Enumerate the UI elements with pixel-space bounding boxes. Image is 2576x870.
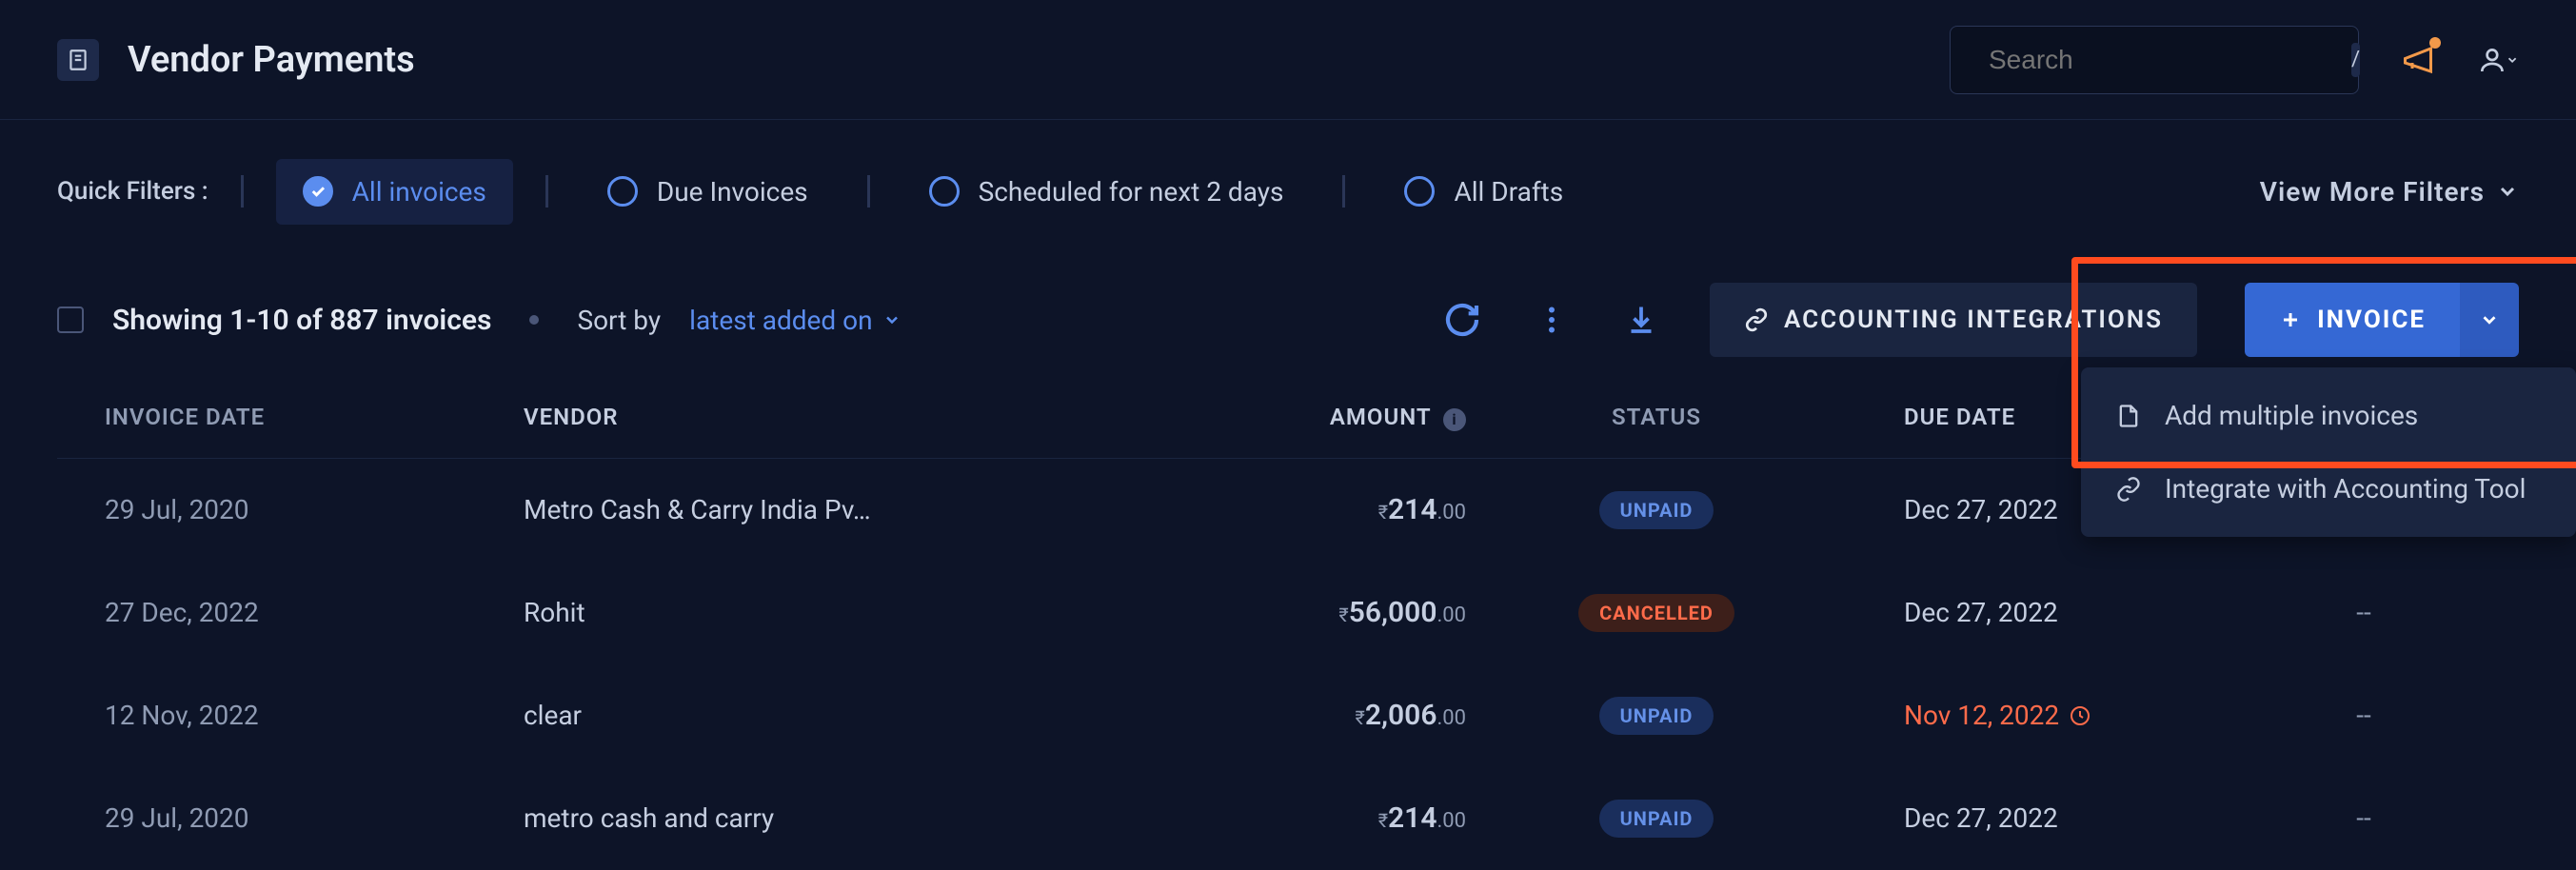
check-circle-icon <box>303 176 333 207</box>
table-row[interactable]: 29 Jul, 2020metro cash and carry₹214.00 U… <box>57 767 2519 870</box>
status-badge: UNPAID <box>1599 800 1714 838</box>
profile-icon[interactable] <box>2477 39 2519 81</box>
link-icon <box>1744 307 1769 332</box>
divider <box>241 175 244 208</box>
cell-status: UNPAID <box>1466 800 1847 838</box>
receipt-icon <box>57 39 99 81</box>
document-icon <box>2115 403 2142 429</box>
dropdown-item-label: Add multiple invoices <box>2165 400 2418 431</box>
search-kbd-hint: / <box>2351 43 2360 77</box>
quick-filters-bar: Quick Filters : All invoices Due Invoice… <box>0 120 2576 263</box>
sort-by-label: Sort by <box>577 305 661 336</box>
cell-vendor: Metro Cash & Carry India Pv… <box>524 494 1114 525</box>
status-badge: UNPAID <box>1599 491 1714 529</box>
filter-label: All Drafts <box>1454 176 1563 208</box>
cell-actions: -- <box>2256 802 2471 834</box>
filter-label: Due Invoices <box>657 176 808 208</box>
search-input[interactable] <box>1989 45 2332 75</box>
divider <box>867 175 870 208</box>
chevron-down-icon <box>2479 309 2500 330</box>
cell-invoice-date: 29 Jul, 2020 <box>105 494 524 525</box>
more-icon[interactable] <box>1531 299 1573 341</box>
accounting-integrations-label: ACCOUNTING INTEGRATIONS <box>1784 306 2163 334</box>
table-row[interactable]: 27 Dec, 2022Rohit₹56,000.00 CANCELLED Dec … <box>57 562 2519 664</box>
table-row[interactable]: 12 Nov, 2022clear₹2,006.00 UNPAID Nov 12, … <box>57 664 2519 767</box>
cell-status: UNPAID <box>1466 697 1847 735</box>
circle-icon <box>929 176 960 207</box>
dropdown-item-label: Integrate with Accounting Tool <box>2165 473 2526 504</box>
status-badge: UNPAID <box>1599 697 1714 735</box>
cell-vendor: clear <box>524 700 1114 731</box>
cell-actions: -- <box>2256 597 2471 628</box>
link-icon <box>2115 476 2142 503</box>
cell-amount: ₹2,006.00 <box>1114 699 1466 732</box>
circle-icon <box>607 176 638 207</box>
sort-by-value: latest added on <box>689 305 872 336</box>
select-all-checkbox[interactable] <box>57 306 84 333</box>
cell-due-date: Nov 12, 2022 <box>1847 700 2256 731</box>
cell-invoice-date: 29 Jul, 2020 <box>105 802 524 834</box>
cell-invoice-date: 12 Nov, 2022 <box>105 700 524 731</box>
cell-invoice-date: 27 Dec, 2022 <box>105 597 524 628</box>
invoice-dropdown-toggle[interactable] <box>2460 283 2519 357</box>
filter-scheduled[interactable]: Scheduled for next 2 days <box>902 159 1311 225</box>
refresh-icon[interactable] <box>1441 299 1483 341</box>
announcements-icon[interactable] <box>2397 39 2439 81</box>
amount-header-text: AMOUNT <box>1330 404 1431 430</box>
cell-vendor: metro cash and carry <box>524 802 1114 834</box>
cell-amount: ₹214.00 <box>1114 801 1466 835</box>
quick-filters-label: Quick Filters : <box>57 177 208 206</box>
view-more-filters[interactable]: View More Filters <box>2260 176 2519 208</box>
view-more-label: View More Filters <box>2260 176 2485 208</box>
circle-icon <box>1404 176 1435 207</box>
search-box[interactable]: / <box>1950 26 2359 94</box>
filter-label: Scheduled for next 2 days <box>979 176 1284 208</box>
info-icon[interactable]: i <box>1443 408 1466 431</box>
cell-status: UNPAID <box>1466 491 1847 529</box>
col-header-amount[interactable]: AMOUNT i <box>1114 404 1466 431</box>
app-header: Vendor Payments / <box>0 0 2576 120</box>
download-icon[interactable] <box>1620 299 1662 341</box>
plus-icon <box>2279 308 2302 331</box>
showing-count: Showing 1-10 of 887 invoices <box>112 304 491 337</box>
invoice-dropdown-menu: Add multiple invoices Integrate with Acc… <box>2081 367 2576 537</box>
cell-due-date: Dec 27, 2022 <box>1847 597 2256 628</box>
filter-due-invoices[interactable]: Due Invoices <box>581 159 835 225</box>
filter-all-drafts[interactable]: All Drafts <box>1377 159 1590 225</box>
dropdown-integrate[interactable]: Integrate with Accounting Tool <box>2081 452 2576 525</box>
separator-dot <box>529 315 539 325</box>
cell-amount: ₹214.00 <box>1114 493 1466 526</box>
cell-due-date: Dec 27, 2022 <box>1847 802 2256 834</box>
col-header-status[interactable]: STATUS <box>1466 404 1847 431</box>
col-header-vendor[interactable]: VENDOR <box>524 404 1114 431</box>
cell-actions: -- <box>2256 700 2471 731</box>
sort-by-dropdown[interactable]: latest added on <box>689 305 901 336</box>
cell-vendor: Rohit <box>524 597 1114 628</box>
new-invoice-button[interactable]: INVOICE <box>2245 283 2460 357</box>
filter-all-invoices[interactable]: All invoices <box>276 159 513 225</box>
invoice-button-group: INVOICE <box>2245 283 2519 357</box>
divider <box>1342 175 1345 208</box>
list-toolbar: Showing 1-10 of 887 invoices Sort by lat… <box>0 263 2576 377</box>
accounting-integrations-button[interactable]: ACCOUNTING INTEGRATIONS <box>1710 283 2197 357</box>
cell-status: CANCELLED <box>1466 594 1847 632</box>
divider <box>545 175 548 208</box>
chevron-down-icon <box>882 310 902 329</box>
filter-label: All invoices <box>352 176 486 208</box>
col-header-invoice-date[interactable]: INVOICE DATE <box>105 404 524 431</box>
chevron-down-icon <box>2496 180 2519 203</box>
cell-amount: ₹56,000.00 <box>1114 596 1466 629</box>
clock-icon <box>2069 704 2091 727</box>
invoice-button-label: INVOICE <box>2317 306 2426 334</box>
dropdown-add-multiple[interactable]: Add multiple invoices <box>2081 379 2576 452</box>
page-title: Vendor Payments <box>128 39 415 81</box>
status-badge: CANCELLED <box>1578 594 1734 632</box>
